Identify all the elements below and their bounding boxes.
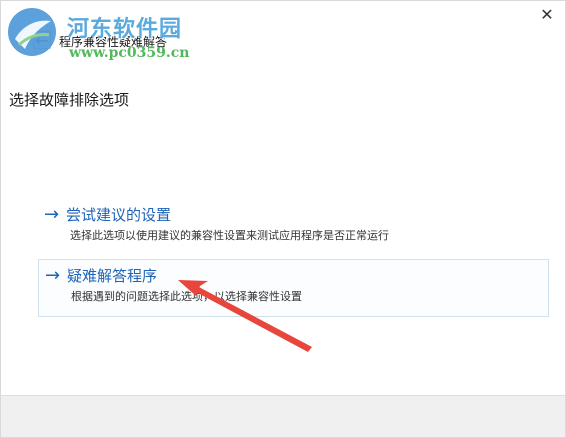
page-heading: 选择故障排除选项 <box>9 91 130 109</box>
watermark-site-name: 河东软件园 <box>67 16 183 42</box>
option-troubleshoot-program[interactable]: → 疑难解答程序 根据遇到的问题选择此选项，以选择兼容性设置 <box>38 259 549 317</box>
troubleshooter-window: ← 程序兼容性疑难解答 ✕ 河东软件园 www.pc0359.cn 选择故障排除… <box>0 0 566 438</box>
option-title: 尝试建议的设置 <box>66 206 172 224</box>
close-button[interactable]: ✕ <box>537 5 557 25</box>
arrow-right-icon: → <box>44 204 60 225</box>
option-try-recommended[interactable]: → 尝试建议的设置 选择此选项以使用建议的兼容性设置来测试应用程序是否正常运行 <box>38 199 549 251</box>
footer-bar <box>1 395 565 437</box>
option-title: 疑难解答程序 <box>67 267 158 285</box>
option-description: 选择此选项以使用建议的兼容性设置来测试应用程序是否正常运行 <box>70 229 389 242</box>
arrow-right-icon: → <box>45 265 61 286</box>
option-description: 根据遇到的问题选择此选项，以选择兼容性设置 <box>71 290 302 303</box>
watermark-logo-icon <box>8 8 56 56</box>
watermark-url: www.pc0359.cn <box>69 45 190 61</box>
